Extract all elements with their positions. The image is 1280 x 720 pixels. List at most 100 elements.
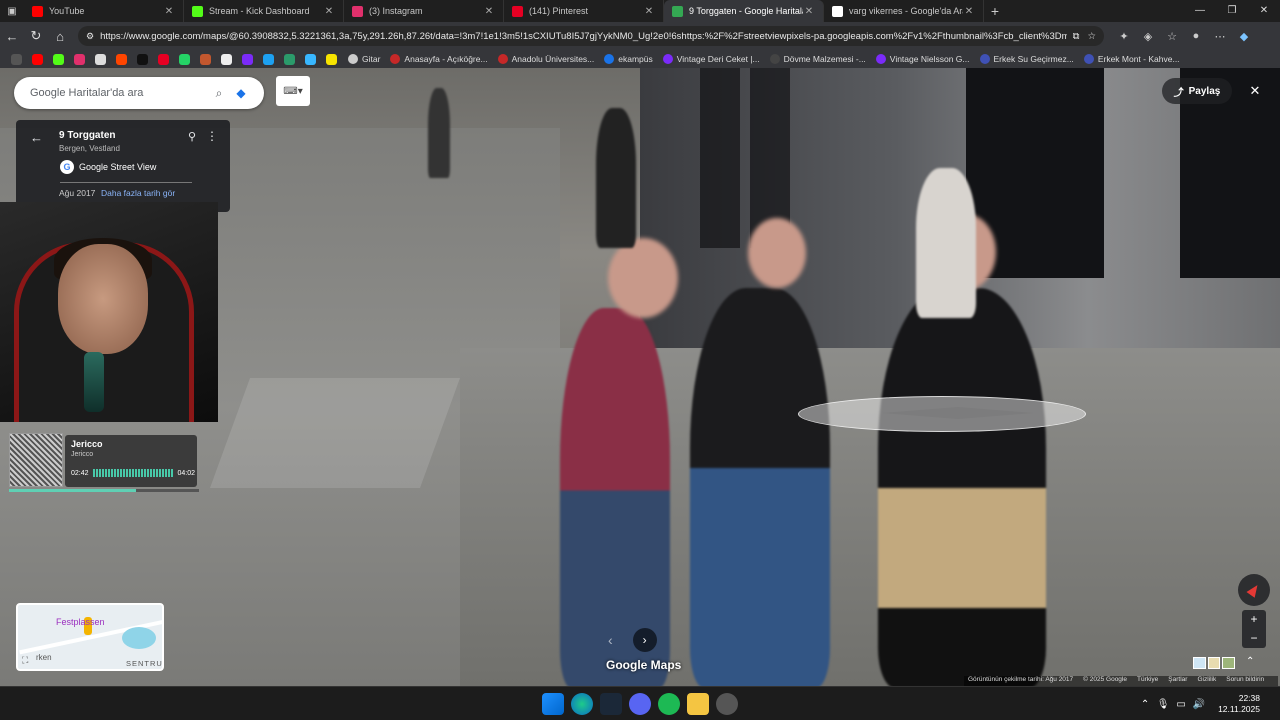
bookmark-icon[interactable] <box>326 53 337 65</box>
steam-icon[interactable] <box>599 693 622 715</box>
puzzle-icon[interactable]: ◈ <box>1136 30 1160 43</box>
chevron-up-icon[interactable]: ⌃ <box>1136 699 1154 710</box>
maximize-button[interactable]: ❐ <box>1216 0 1248 22</box>
back-arrow-icon[interactable]: ← <box>0 29 24 44</box>
footer-link[interactable]: Şartlar <box>1168 676 1187 686</box>
layers-thumbnails[interactable] <box>1192 656 1236 670</box>
mic-icon[interactable]: 🎙 <box>1154 699 1172 710</box>
tab-title: (141) Pinterest <box>529 6 589 16</box>
close-tab-icon[interactable]: ✕ <box>323 6 335 17</box>
bookmark-icon[interactable] <box>305 53 316 65</box>
menu-dots-icon[interactable]: ⋯ <box>1208 30 1232 43</box>
edge-icon[interactable] <box>570 693 593 715</box>
volume-icon[interactable]: 🔊 <box>1190 699 1208 710</box>
bookmark-item[interactable]: Dövme Malzemesi -... <box>769 54 866 64</box>
apps-icon[interactable] <box>11 53 22 65</box>
share-icon: ⤴ <box>1173 87 1184 99</box>
tab-title: 9 Torggaten - Google Haritalar <box>689 6 803 16</box>
close-tab-icon[interactable]: ✕ <box>483 6 495 17</box>
browser-tab[interactable]: (141) Pinterest ✕ <box>504 0 664 22</box>
bookmark-item[interactable]: Vintage Nielsson G... <box>875 54 970 64</box>
tab-actions-icon[interactable]: ▣ <box>0 6 24 17</box>
bookmark-item[interactable]: Gitar <box>348 54 380 64</box>
browser-tab[interactable]: Stream - Kick Dashboard ✕ <box>184 0 344 22</box>
keyboard-icon[interactable]: ⌨▾ <box>276 76 310 106</box>
youtube-bookmark-icon[interactable] <box>32 53 43 65</box>
network-icon[interactable]: ▭ <box>1172 699 1190 710</box>
bookmark-item[interactable]: Anadolu Üniversites... <box>497 54 594 64</box>
minimize-button[interactable]: — <box>1184 0 1216 22</box>
minimap[interactable]: Festplassen rken SENTRU ⛶ <box>16 603 164 671</box>
maps-search-input[interactable]: Google Haritalar'da ara ⌕ ◆ <box>14 77 264 109</box>
discord-icon[interactable] <box>628 693 651 715</box>
site-info-icon[interactable]: ⚙ <box>86 31 94 42</box>
close-street-view-icon[interactable]: ✕ <box>1244 78 1266 104</box>
bookmark-icon[interactable] <box>242 53 253 65</box>
bookmark-item[interactable]: Erkek Su Geçirmez... <box>979 54 1074 64</box>
browser-tab[interactable]: YouTube ✕ <box>24 0 184 22</box>
url-input[interactable]: ⚙ https://www.google.com/maps/@60.390883… <box>78 26 1104 46</box>
copilot-icon[interactable]: ◆ <box>1232 30 1256 43</box>
movement-cursor-ring[interactable] <box>798 396 1086 432</box>
browser-tab[interactable]: varg vikernes - Google'da Ara ✕ <box>824 0 984 22</box>
kick-bookmark-icon[interactable] <box>53 53 64 65</box>
bookmark-item[interactable]: Anasayfa - Açıköğre... <box>390 54 488 64</box>
next-arrow-icon[interactable]: › <box>632 628 657 652</box>
spotify-icon[interactable] <box>657 693 680 715</box>
share-button[interactable]: ⤴ Paylaş <box>1162 78 1232 104</box>
clock[interactable]: 22:38 12.11.2025 <box>1218 693 1260 715</box>
zoom-out-button[interactable]: − <box>1242 629 1266 648</box>
bookmark-item[interactable]: ekampüs <box>604 54 653 64</box>
footer-link[interactable]: Sorun bildirin <box>1226 676 1264 686</box>
tab-title: varg vikernes - Google'da Ara <box>849 6 963 16</box>
close-tab-icon[interactable]: ✕ <box>803 6 815 17</box>
location-pin-icon[interactable]: ⚲ <box>188 130 196 143</box>
bookmark-item[interactable]: Erkek Mont - Kahve... <box>1083 54 1180 64</box>
windows-start-icon[interactable] <box>541 693 564 715</box>
reload-icon[interactable]: ↻ <box>24 28 48 44</box>
compass-icon[interactable] <box>1238 574 1270 606</box>
file-explorer-icon[interactable] <box>686 693 709 715</box>
close-tab-icon[interactable]: ✕ <box>643 6 655 17</box>
profile-avatar[interactable]: ● <box>1184 30 1208 43</box>
tiktok-bookmark-icon[interactable] <box>137 53 148 65</box>
x-bookmark-icon[interactable] <box>95 53 106 65</box>
back-arrow-icon[interactable]: ← <box>30 130 43 145</box>
footer-link[interactable]: Gizlilik <box>1197 676 1216 686</box>
install-icon[interactable]: ⧉ <box>1073 31 1080 42</box>
pinterest-bookmark-icon[interactable] <box>158 53 169 65</box>
zoom-in-button[interactable]: + <box>1242 610 1266 629</box>
close-tab-icon[interactable]: ✕ <box>963 6 975 17</box>
directions-icon[interactable]: ◆ <box>230 86 252 100</box>
close-tab-icon[interactable]: ✕ <box>163 6 175 17</box>
more-dates-link[interactable]: Daha fazla tarih gör <box>101 188 175 198</box>
bookmark-star-icon[interactable]: ☆ <box>1087 31 1096 42</box>
bookmark-label: Gitar <box>362 54 381 64</box>
street-view-canvas[interactable]: Google Haritalar'da ara ⌕ ◆ ⌨▾ ← 9 Torgg… <box>0 68 1280 686</box>
extensions-icon[interactable]: ✦ <box>1112 30 1136 43</box>
more-options-icon[interactable]: ⋮ <box>206 129 218 143</box>
favorites-icon[interactable]: ☆ <box>1160 30 1184 43</box>
bookmark-icon[interactable] <box>284 53 295 65</box>
home-icon[interactable]: ⌂ <box>48 29 72 44</box>
browser-tab[interactable]: (3) Instagram ✕ <box>344 0 504 22</box>
album-art <box>9 433 63 487</box>
footer-link[interactable]: Türkiye <box>1137 676 1158 686</box>
prev-arrow-icon[interactable]: ‹ <box>608 632 613 648</box>
collapse-chevron-icon[interactable]: ⌃ <box>1246 656 1254 667</box>
new-tab-button[interactable]: + <box>984 3 1006 19</box>
whatsapp-bookmark-icon[interactable] <box>179 53 190 65</box>
app-icon[interactable] <box>715 693 738 715</box>
amazon-bookmark-icon[interactable] <box>221 53 232 65</box>
reddit-bookmark-icon[interactable] <box>116 53 127 65</box>
close-window-button[interactable]: ✕ <box>1248 0 1280 22</box>
bookmark-item[interactable]: Vintage Deri Ceket |... <box>662 54 760 64</box>
bookmark-icon[interactable] <box>263 53 274 65</box>
pond <box>122 627 156 649</box>
bookmark-icon[interactable] <box>200 53 211 65</box>
expand-icon[interactable]: ⛶ <box>22 655 28 666</box>
pedestrian <box>878 288 1046 686</box>
instagram-bookmark-icon[interactable] <box>74 53 85 65</box>
browser-tab[interactable]: 9 Torggaten - Google Haritalar ✕ <box>664 0 824 22</box>
search-icon[interactable]: ⌕ <box>208 86 230 101</box>
